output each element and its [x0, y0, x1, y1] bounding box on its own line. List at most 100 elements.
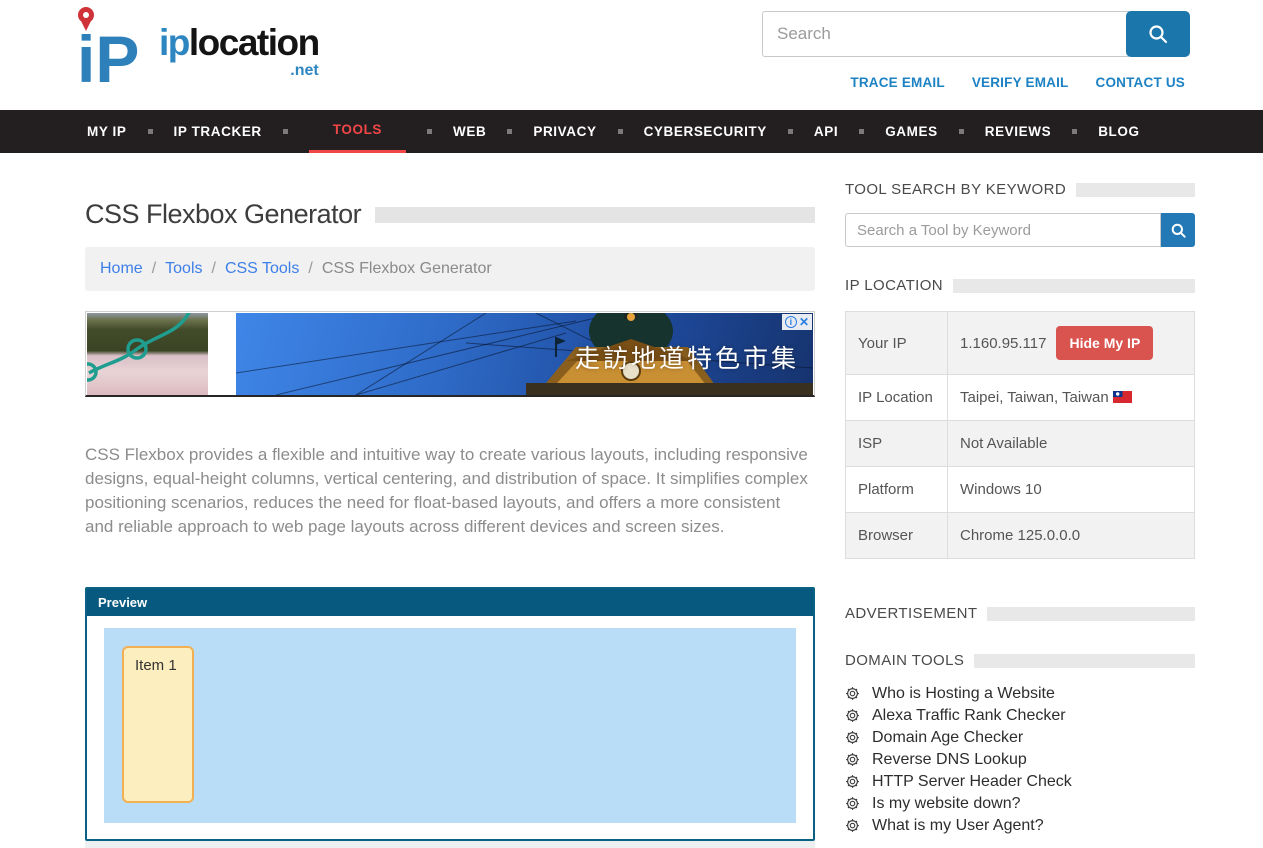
nav-item-games[interactable]: GAMES [885, 110, 938, 153]
ad-caption-text: 走訪地道特色市集 [575, 339, 799, 375]
advertisement-heading-text: ADVERTISEMENT [845, 605, 977, 622]
ad-banner[interactable]: 走訪地道特色市集 i ✕ [85, 311, 815, 397]
nav-separator [507, 129, 512, 134]
page-title: CSS Flexbox Generator [85, 199, 361, 230]
list-item: Domain Age Checker [845, 730, 1195, 745]
list-item: Is my website down? [845, 796, 1195, 811]
list-item: Reverse DNS Lookup [845, 752, 1195, 767]
logo-monogram-icon: iP [75, 6, 153, 90]
tool-search-button[interactable] [1161, 213, 1195, 247]
domain-tool-link[interactable]: HTTP Server Header Check [872, 774, 1072, 789]
domain-tool-link[interactable]: Is my website down? [872, 796, 1021, 811]
search-button[interactable] [1126, 11, 1190, 57]
ip-location-table: Your IP 1.160.95.117 Hide My IP IP Locat… [845, 311, 1195, 559]
contact-us-link[interactable]: CONTACT US [1096, 75, 1186, 90]
advertisement-heading: ADVERTISEMENT [845, 605, 1195, 622]
nav-separator [283, 129, 288, 134]
domain-tool-link[interactable]: Reverse DNS Lookup [872, 752, 1027, 767]
table-row: Platform Windows 10 [846, 467, 1195, 513]
gear-icon [845, 818, 860, 833]
site-logo[interactable]: iP iplocation .net [75, 6, 319, 90]
nav-item-cybersecurity[interactable]: CYBERSECURITY [644, 110, 767, 153]
ad-main-image[interactable]: 走訪地道特色市集 i ✕ [236, 313, 813, 395]
gear-icon [845, 708, 860, 723]
tool-search-heading: TOOL SEARCH BY KEYWORD [845, 181, 1195, 198]
nav-separator [788, 129, 793, 134]
next-section-edge [85, 841, 815, 848]
breadcrumb-separator: / [308, 260, 312, 277]
ad-thumbnail-image[interactable] [87, 313, 208, 395]
row-label: Browser [846, 513, 948, 559]
page-heading: CSS Flexbox Generator [85, 199, 815, 230]
site-header: iP iplocation .net TRACE EMAIL VERIFY EM… [0, 0, 1263, 110]
ad-route-graphic [87, 313, 208, 395]
nav-separator [1072, 129, 1077, 134]
ad-close-icon[interactable]: ✕ [799, 315, 809, 329]
nav-item-web[interactable]: WEB [453, 110, 486, 153]
nav-item-privacy[interactable]: PRIVACY [533, 110, 596, 153]
taiwan-flag-icon [1113, 391, 1132, 403]
list-item: HTTP Server Header Check [845, 774, 1195, 789]
gear-icon [845, 686, 860, 701]
domain-tools-list: Who is Hosting a Website Alexa Traffic R… [845, 686, 1195, 833]
preview-panel-header: Preview [87, 589, 813, 616]
domain-tool-link[interactable]: Who is Hosting a Website [872, 686, 1055, 701]
gear-icon [845, 730, 860, 745]
heading-decor-bar [1076, 183, 1195, 197]
table-row: ISP Not Available [846, 421, 1195, 467]
gear-icon [845, 774, 860, 789]
table-row: Your IP 1.160.95.117 Hide My IP [846, 312, 1195, 375]
breadcrumb-separator: / [152, 260, 156, 277]
platform-value: Windows 10 [948, 467, 1195, 513]
your-ip-value: 1.160.95.117 [960, 335, 1046, 352]
search-input[interactable] [762, 11, 1129, 57]
main-content: CSS Flexbox Generator Home / Tools / CSS Too… [85, 153, 815, 848]
hide-my-ip-button[interactable]: Hide My IP [1056, 326, 1153, 360]
main-nav: MY IP IP TRACKER TOOLS WEB PRIVACY CYBER… [0, 110, 1263, 153]
breadcrumb: Home/Tools/CSS Tools/CSS Flexbox Generat… [85, 247, 815, 291]
row-label: Platform [846, 467, 948, 513]
breadcrumb-css-tools[interactable]: CSS Tools [225, 260, 299, 277]
domain-tool-link[interactable]: Alexa Traffic Rank Checker [872, 708, 1066, 723]
nav-item-my-ip[interactable]: MY IP [87, 110, 127, 153]
ip-location-heading-text: IP LOCATION [845, 277, 943, 294]
breadcrumb-tools[interactable]: Tools [165, 260, 202, 277]
tool-description: CSS Flexbox provides a flexible and intu… [85, 443, 811, 539]
domain-tool-link[interactable]: Domain Age Checker [872, 730, 1023, 745]
gear-icon [845, 796, 860, 811]
nav-item-api[interactable]: API [814, 110, 838, 153]
row-label: Your IP [846, 312, 948, 375]
logo-wordmark: iplocation .net [159, 24, 319, 79]
breadcrumb-home[interactable]: Home [100, 260, 143, 277]
domain-tools-heading: DOMAIN TOOLS [845, 652, 1195, 669]
domain-tool-link[interactable]: What is my User Agent? [872, 818, 1044, 833]
row-label: IP Location [846, 375, 948, 421]
ad-badges: i ✕ [782, 314, 812, 330]
row-label: ISP [846, 421, 948, 467]
tool-search [845, 213, 1195, 247]
nav-item-blog[interactable]: BLOG [1098, 110, 1139, 153]
logo-text-net: .net [159, 63, 319, 79]
sidebar: TOOL SEARCH BY KEYWORD IP LOCATION Your … [845, 153, 1195, 840]
verify-email-link[interactable]: VERIFY EMAIL [972, 75, 1069, 90]
search-icon [1147, 23, 1169, 45]
flex-preview-container: Item 1 [104, 628, 796, 823]
nav-item-ip-tracker[interactable]: IP TRACKER [174, 110, 262, 153]
logo-text-ip: ip [159, 22, 189, 63]
header-links: TRACE EMAIL VERIFY EMAIL CONTACT US [850, 75, 1185, 90]
nav-separator [959, 129, 964, 134]
heading-decor-bar [987, 607, 1195, 621]
nav-separator [618, 129, 623, 134]
nav-item-tools[interactable]: TOOLS [309, 110, 406, 153]
site-search [762, 11, 1190, 57]
nav-item-reviews[interactable]: REVIEWS [985, 110, 1051, 153]
adchoices-icon[interactable]: i [785, 316, 797, 328]
flex-preview-item[interactable]: Item 1 [122, 646, 194, 803]
isp-value: Not Available [948, 421, 1195, 467]
list-item: What is my User Agent? [845, 818, 1195, 833]
trace-email-link[interactable]: TRACE EMAIL [850, 75, 944, 90]
preview-panel-body: Item 1 [87, 616, 813, 839]
list-item: Alexa Traffic Rank Checker [845, 708, 1195, 723]
tool-search-input[interactable] [845, 213, 1161, 247]
heading-decor-bar [974, 654, 1195, 668]
